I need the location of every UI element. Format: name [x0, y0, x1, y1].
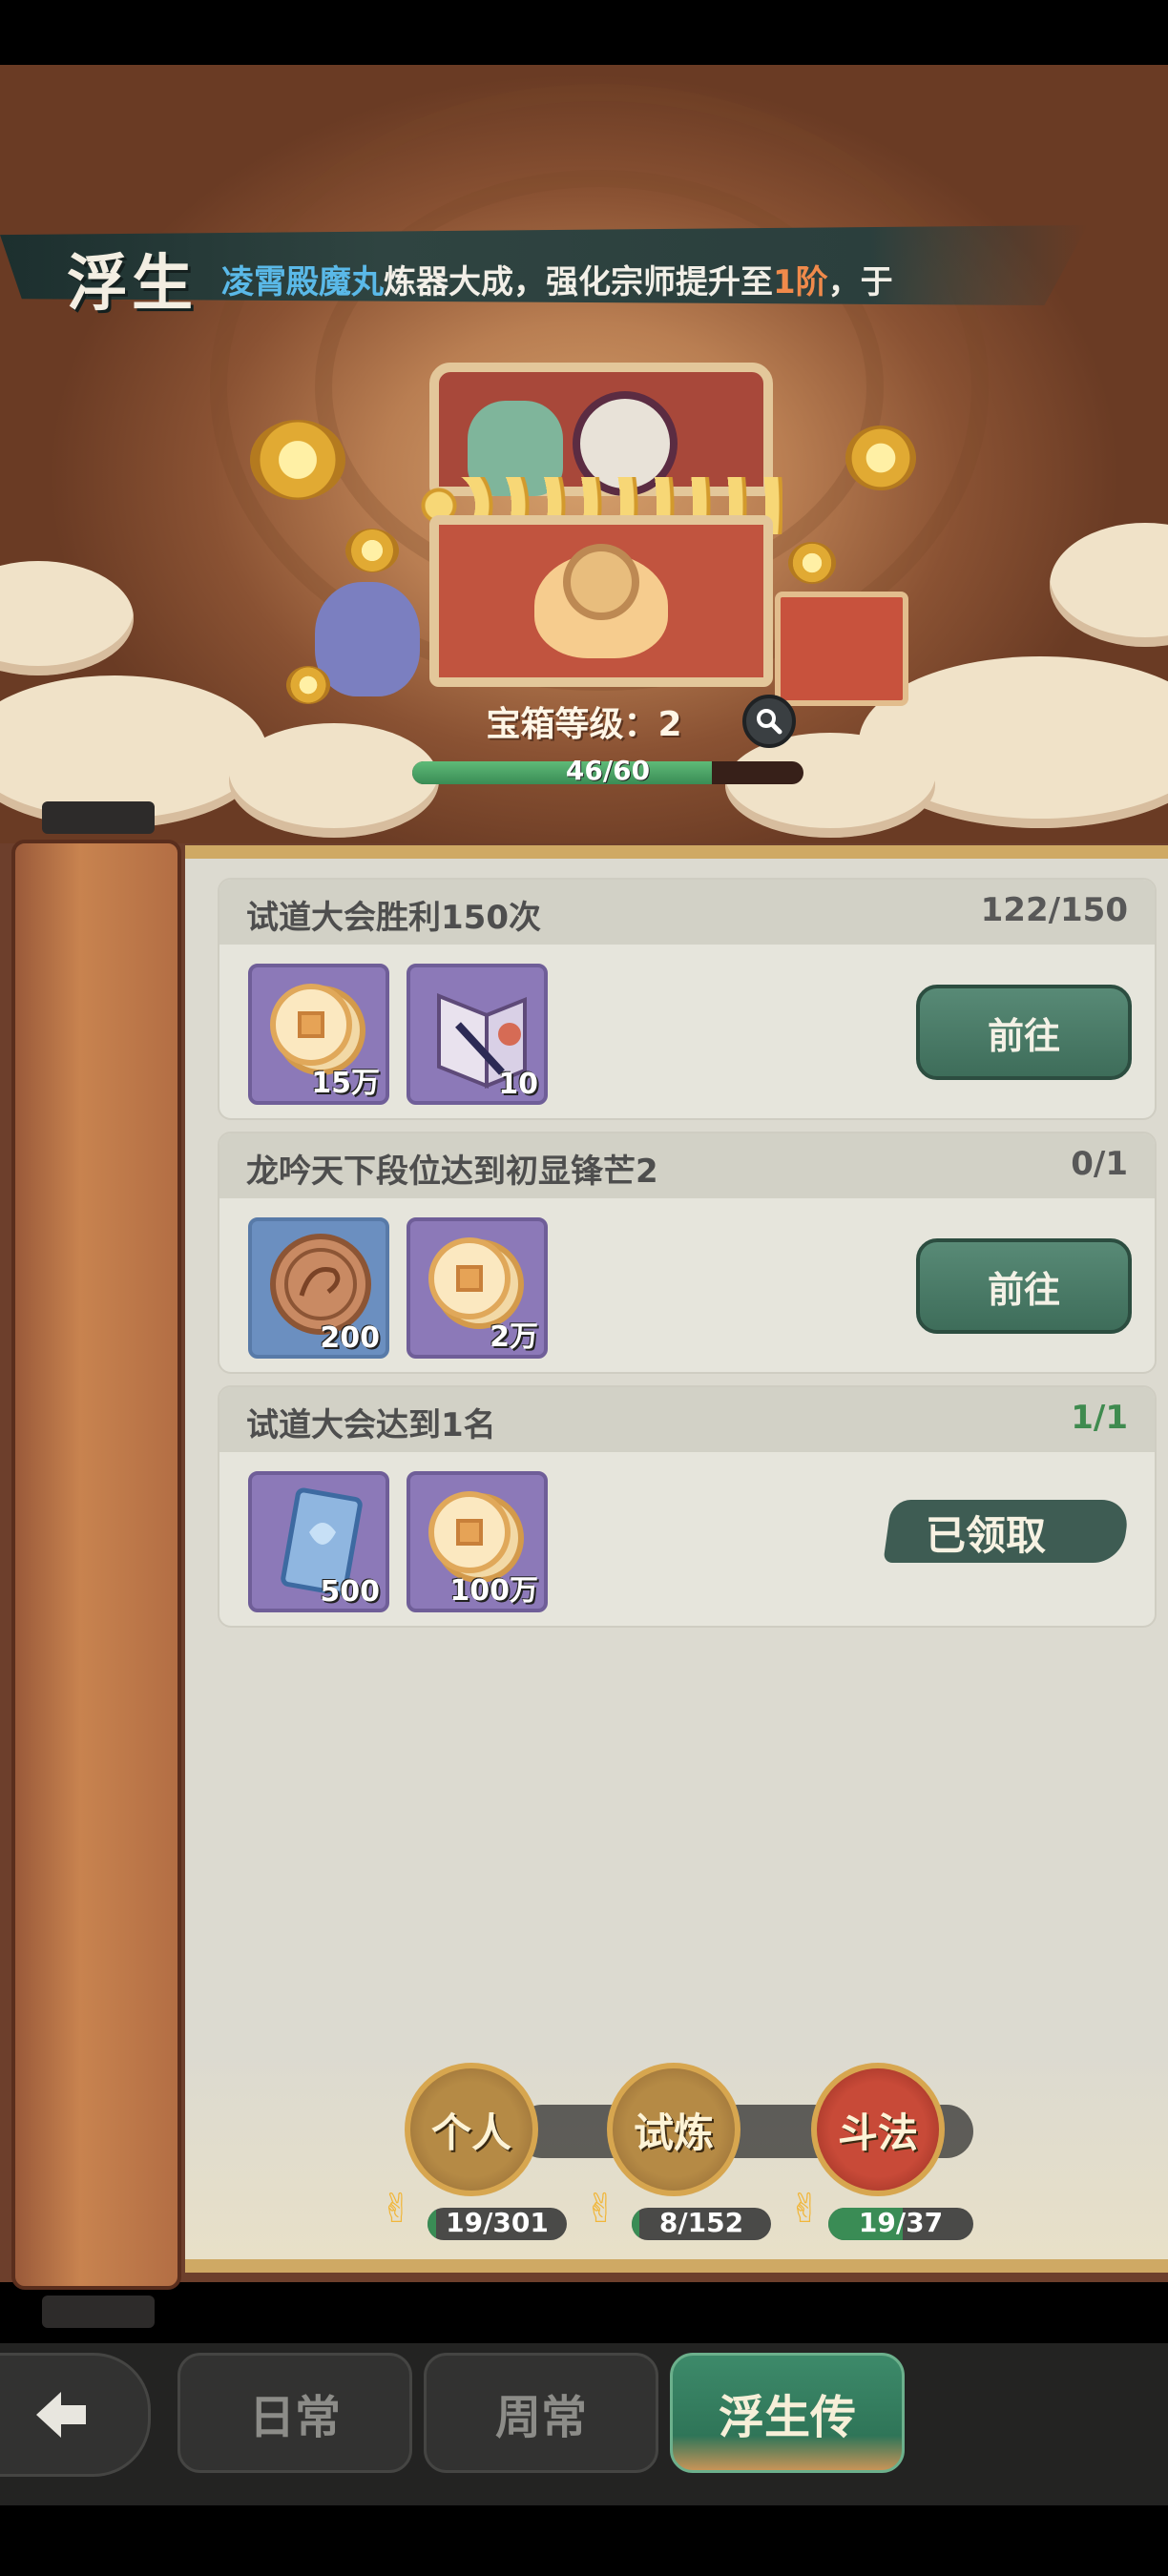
coin-icon	[845, 426, 916, 490]
reward-count: 100万	[449, 1574, 538, 1608]
category-trial[interactable]: 试炼	[607, 2063, 740, 2196]
reward-count: 2万	[490, 1320, 538, 1354]
lock-icon	[563, 544, 639, 620]
coin-icon	[250, 420, 345, 500]
search-icon	[757, 709, 782, 735]
category-progress-text: 19/37	[858, 2208, 944, 2238]
banner-title: 浮生	[67, 248, 197, 320]
task-card: 试道大会达到1名 1/1 500 100万 已领取	[218, 1385, 1157, 1628]
announcement-body: 炼器大成，强化宗师提升至	[384, 263, 773, 301]
hand-icon: ✌	[788, 2185, 823, 2232]
tab-daily[interactable]: 日常	[177, 2353, 412, 2473]
category-progress-bar: 8/152	[632, 2208, 771, 2240]
coin-icon	[345, 529, 399, 572]
category-personal[interactable]: 个人	[405, 2063, 538, 2196]
money-bag-icon	[315, 582, 420, 696]
cloud-decoration	[1050, 523, 1168, 647]
go-button[interactable]: 前往	[916, 1238, 1132, 1334]
category-progress-bar: 19/37	[828, 2208, 973, 2240]
task-progress: 0/1	[1071, 1145, 1128, 1183]
reward-item[interactable]: 200	[248, 1217, 389, 1359]
claimed-stamp: 已领取	[883, 1492, 1131, 1568]
task-progress: 1/1	[1071, 1399, 1128, 1437]
cloud-decoration	[0, 561, 134, 675]
treasure-chest[interactable]	[420, 353, 782, 706]
go-button[interactable]: 前往	[916, 985, 1132, 1080]
task-title: 试道大会胜利150次	[246, 899, 541, 937]
chest-progress-text: 46/60	[565, 755, 651, 786]
tab-fusheng[interactable]: 浮生传	[670, 2353, 905, 2473]
announcement-level: 1阶	[773, 263, 828, 301]
back-arrow-icon	[36, 2392, 86, 2438]
back-button[interactable]	[0, 2353, 151, 2477]
gift-box-icon	[775, 592, 908, 706]
task-title: 试道大会达到1名	[246, 1406, 496, 1444]
reward-item[interactable]: 500	[248, 1471, 389, 1612]
scroll-roller	[11, 801, 181, 2328]
hand-icon: ✌	[584, 2185, 618, 2232]
category-progress-text: 19/301	[446, 2208, 549, 2238]
reward-item[interactable]: 2万	[407, 1217, 548, 1359]
scroll-cap-top	[42, 801, 155, 834]
hand-icon: ✌	[380, 2185, 414, 2232]
reward-count: 200	[320, 1321, 380, 1355]
task-card: 试道大会胜利150次 122/150 15万 10 前往	[218, 878, 1157, 1120]
reward-count: 15万	[311, 1067, 380, 1100]
scroll-cap-bottom	[42, 2296, 155, 2328]
category-duel[interactable]: 斗法	[811, 2063, 945, 2196]
reward-item[interactable]: 15万	[248, 964, 389, 1105]
reward-count: 10	[498, 1068, 538, 1101]
announcement-text: 凌霄殿魔丸炼器大成，强化宗师提升至1阶，于	[221, 256, 928, 302]
category-progress-bar: 19/301	[428, 2208, 567, 2240]
search-button[interactable]	[742, 695, 796, 748]
announcement-player: 凌霄殿魔丸	[221, 263, 384, 301]
claimed-label: 已领取	[926, 1512, 1047, 1559]
reward-item[interactable]: 10	[407, 964, 548, 1105]
task-title: 龙吟天下段位达到初显锋芒2	[246, 1153, 658, 1191]
category-progress-text: 8/152	[658, 2208, 744, 2238]
announcement-suffix: ，于	[827, 263, 893, 301]
coin-icon	[788, 542, 836, 584]
task-card: 龙吟天下段位达到初显锋芒2 0/1 200 2万 前往	[218, 1132, 1157, 1374]
tab-weekly[interactable]: 周常	[424, 2353, 658, 2473]
reward-count: 500	[320, 1575, 380, 1609]
reward-item[interactable]: 100万	[407, 1471, 548, 1612]
chest-level: 宝箱等级：2	[486, 705, 682, 744]
task-progress: 122/150	[980, 891, 1128, 929]
announcement-banner: 浮生 凌霄殿魔丸炼器大成，强化宗师提升至1阶，于	[0, 189, 1168, 353]
